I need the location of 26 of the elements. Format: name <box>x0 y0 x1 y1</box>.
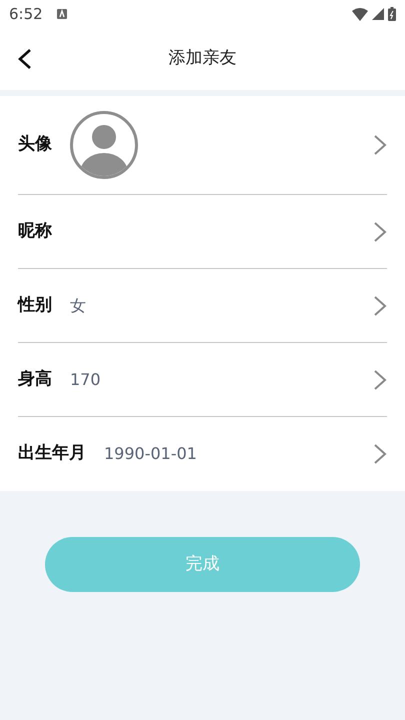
wifi-icon <box>352 8 368 20</box>
signal-icon <box>372 8 384 20</box>
chevron-right-icon <box>373 294 387 316</box>
settings-row[interactable]: 身高 170 <box>18 343 387 417</box>
row-value: 170 <box>70 368 101 390</box>
chevron-right-icon <box>373 443 387 465</box>
page-title: 添加亲友 <box>168 47 236 70</box>
settings-row[interactable]: 出生年月 1990-01-01 <box>18 417 387 491</box>
row-value: 1990-01-01 <box>104 443 197 465</box>
row-label: 性别 <box>18 294 52 317</box>
settings-row[interactable]: 性别 女 <box>18 269 387 343</box>
status-time: 6:52 <box>9 4 43 25</box>
chevron-right-icon <box>373 368 387 390</box>
row-label: 身高 <box>18 368 52 391</box>
settings-row[interactable]: 头像 <box>18 96 387 195</box>
row-label: 出生年月 <box>18 442 86 466</box>
notification-icon <box>56 9 67 19</box>
row-label: 昵称 <box>18 220 52 243</box>
chevron-right-icon <box>373 220 387 242</box>
back-icon <box>18 48 32 70</box>
row-value: 女 <box>70 294 86 316</box>
battery-icon <box>388 7 396 21</box>
chevron-right-icon <box>373 134 387 156</box>
avatar-icon <box>70 111 138 179</box>
settings-row[interactable]: 昵称 <box>18 195 387 269</box>
row-label: 头像 <box>18 133 52 156</box>
